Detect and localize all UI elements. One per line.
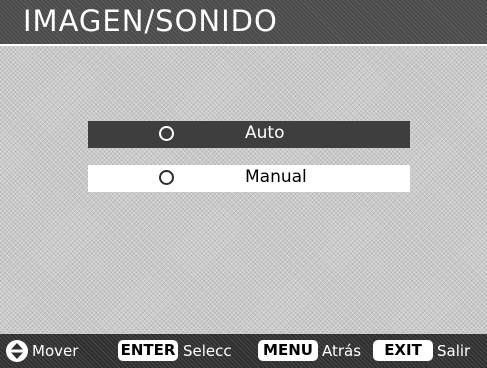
exit-label: Salir	[437, 342, 471, 360]
osd-screen: IMAGEN/SONIDO Auto Manual Mover ENTER Se…	[0, 0, 487, 368]
back-label: Atrás	[322, 342, 362, 360]
footer-hint-bar: Mover ENTER Selecc MENU Atrás EXIT Salir	[0, 334, 487, 368]
option-auto[interactable]: Auto	[88, 121, 410, 148]
select-label: Selecc	[183, 342, 232, 360]
move-label: Mover	[32, 342, 79, 360]
option-label: Manual	[245, 167, 307, 187]
option-label: Auto	[245, 123, 285, 143]
option-manual[interactable]: Manual	[88, 165, 410, 192]
menu-key-badge: MENU	[258, 340, 318, 361]
title-bar: IMAGEN/SONIDO	[0, 0, 487, 44]
enter-key-badge: ENTER	[118, 340, 178, 361]
title-divider	[0, 44, 487, 46]
radio-icon	[159, 170, 174, 185]
up-down-arrows-icon	[6, 340, 28, 362]
exit-key-badge: EXIT	[373, 340, 433, 361]
page-title: IMAGEN/SONIDO	[23, 4, 278, 38]
radio-icon	[159, 126, 174, 141]
